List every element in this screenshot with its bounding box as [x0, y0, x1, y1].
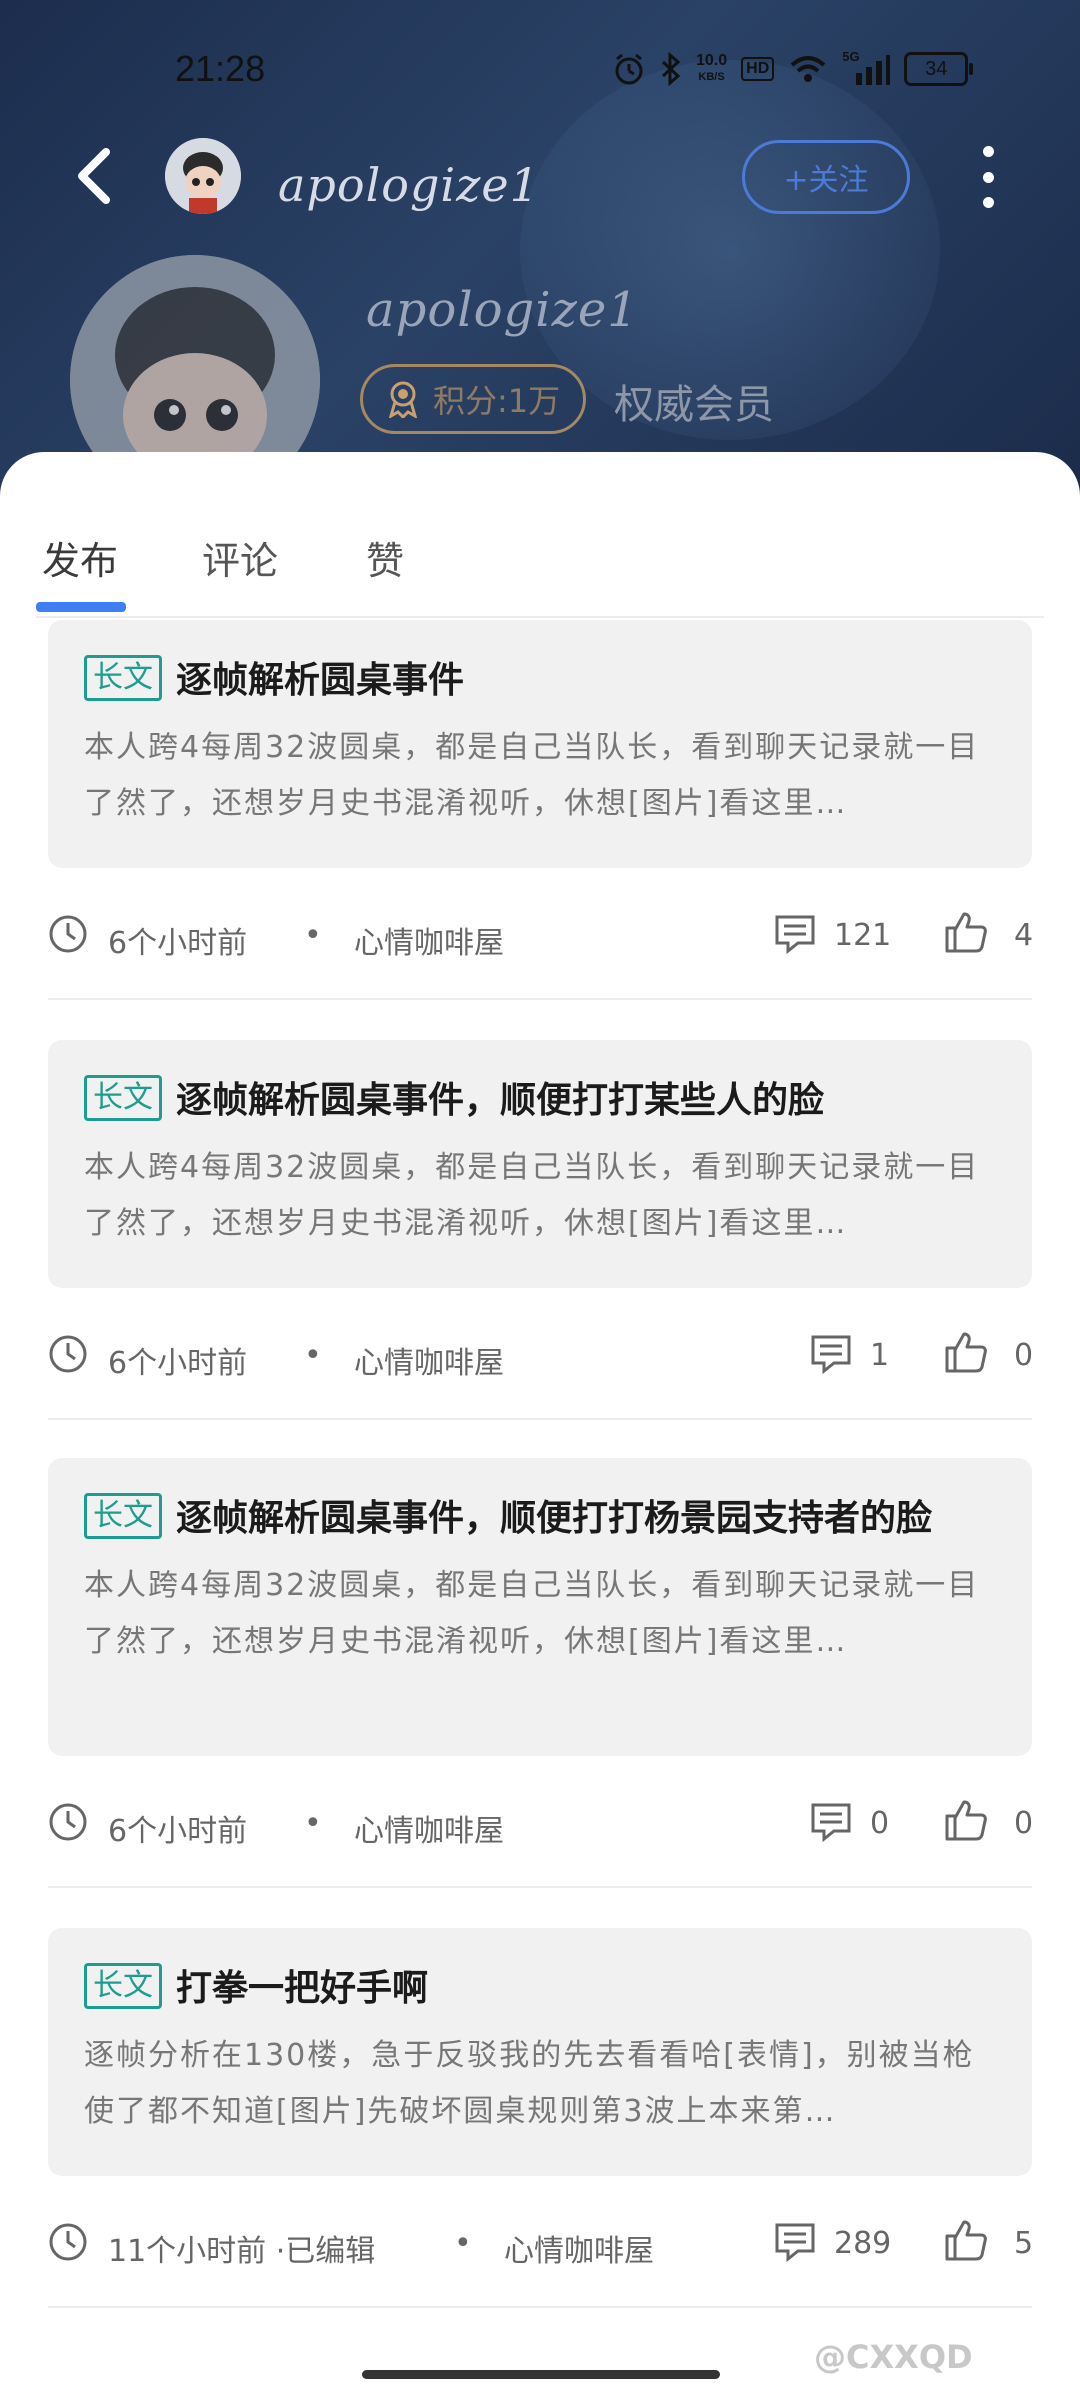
- signal-icon: 5G: [842, 49, 891, 85]
- comment-icon[interactable]: [774, 2222, 816, 2262]
- profile-header: 21:28 10.0 KB/S HD 5G 34 apologize1 +关注 a…: [0, 0, 1080, 520]
- long-article-tag: 长文: [84, 1963, 162, 2009]
- post-title-row: 长文 逐帧解析圆桌事件，顺便打打某些人的脸: [84, 1070, 996, 1132]
- long-article-tag: 长文: [84, 1075, 162, 1121]
- hd-icon: HD: [741, 57, 775, 81]
- post-time: 6个小时前: [108, 1814, 248, 1849]
- comment-icon[interactable]: [774, 914, 816, 954]
- post-title-row: 长文 打拳一把好手啊: [84, 1958, 996, 2020]
- post-board[interactable]: 心情咖啡屋: [504, 2226, 654, 2270]
- post-time: 6个小时前: [108, 1346, 248, 1381]
- post-board[interactable]: 心情咖啡屋: [354, 1806, 504, 1850]
- post-title: 逐帧解析圆桌事件，顺便打打杨景园支持者的脸: [176, 1498, 933, 1539]
- points-badge: 积分:1万: [360, 364, 586, 434]
- post-card[interactable]: 长文 逐帧解析圆桌事件，顺便打打杨景园支持者的脸 本人跨4每周32波圆桌，都是自己…: [48, 1458, 1032, 1756]
- alarm-icon: [615, 53, 643, 85]
- points-label: 积分:1万: [433, 382, 561, 420]
- more-options-icon[interactable]: [978, 146, 998, 208]
- post-divider: [48, 998, 1032, 1000]
- meta-separator: •: [454, 2226, 472, 2261]
- battery-icon: 34: [904, 52, 974, 86]
- status-time: 21:28: [175, 48, 266, 89]
- comment-count: 289: [834, 2226, 892, 2261]
- thumbs-up-icon[interactable]: [944, 910, 988, 954]
- post-board[interactable]: 心情咖啡屋: [354, 918, 504, 962]
- small-avatar[interactable]: [165, 138, 241, 214]
- status-bar: 21:28 10.0 KB/S HD 5G 34: [0, 0, 1080, 110]
- tab-posts[interactable]: 发布: [42, 530, 118, 585]
- meta-separator: •: [304, 1338, 322, 1373]
- post-excerpt: 本人跨4每周32波圆桌，都是自己当队长，看到聊天记录就一目了然了，还想岁月史书混…: [84, 1568, 980, 1659]
- watermark: @CXXQD: [814, 2338, 973, 2376]
- clock-icon: [49, 1803, 87, 1841]
- thumbs-up-icon[interactable]: [944, 1330, 988, 1374]
- post-title: 打拳一把好手啊: [176, 1968, 429, 2009]
- network-speed: 10.0 KB/S: [696, 52, 728, 84]
- member-level: 权威会员: [614, 382, 774, 428]
- clock-icon: [49, 915, 87, 953]
- post-title-row: 长文 逐帧解析圆桌事件: [84, 650, 996, 712]
- tab-bar: 发布 评论 赞: [0, 490, 1080, 618]
- long-article-tag: 长文: [84, 1493, 162, 1539]
- clock-icon: [49, 1335, 87, 1373]
- tab-likes[interactable]: 赞: [366, 530, 404, 585]
- post-time: 11个小时前 ·已编辑: [108, 2234, 376, 2269]
- wifi-icon: [790, 56, 826, 82]
- like-count: 0: [1014, 1338, 1034, 1373]
- bluetooth-icon: [661, 52, 681, 86]
- like-count: 4: [1014, 918, 1034, 953]
- post-time: 6个小时前: [108, 926, 248, 961]
- post-title: 逐帧解析圆桌事件: [176, 660, 465, 701]
- post-divider: [48, 1418, 1032, 1420]
- comment-count: 0: [870, 1806, 890, 1841]
- comment-icon[interactable]: [810, 1802, 852, 1842]
- thumbs-up-icon[interactable]: [944, 2218, 988, 2262]
- post-divider: [48, 2306, 1032, 2308]
- post-card[interactable]: 长文 打拳一把好手啊 逐帧分析在130楼，急于反驳我的先去看看哈[表情]，别被当枪…: [48, 1928, 1032, 2176]
- post-card[interactable]: 长文 逐帧解析圆桌事件，顺便打打某些人的脸 本人跨4每周32波圆桌，都是自己当队长…: [48, 1040, 1032, 1288]
- post-excerpt: 本人跨4每周32波圆桌，都是自己当队长，看到聊天记录就一目了然了，还想岁月史书混…: [84, 730, 980, 821]
- tab-divider: [36, 616, 1044, 618]
- post-meta: 6个小时前 • 心情咖啡屋 0 0: [48, 1782, 1034, 1862]
- profile-name: apologize1: [366, 282, 639, 338]
- back-arrow-icon[interactable]: [72, 146, 116, 206]
- post-meta: 6个小时前 • 心情咖啡屋 1 0: [48, 1314, 1034, 1394]
- like-count: 5: [1014, 2226, 1034, 2261]
- post-meta: 6个小时前 • 心情咖啡屋 121 4: [48, 894, 1034, 974]
- post-meta: 11个小时前 ·已编辑 • 心情咖啡屋 289 5: [48, 2202, 1034, 2282]
- tab-indicator: [36, 602, 126, 612]
- clock-icon: [49, 2223, 87, 2261]
- tab-comments[interactable]: 评论: [202, 530, 278, 585]
- home-indicator[interactable]: [362, 2370, 720, 2379]
- thumbs-up-icon[interactable]: [944, 1798, 988, 1842]
- post-item[interactable]: 长文 逐帧解析圆桌事件，顺便打打某些人的脸 本人跨4每周32波圆桌，都是自己当队长…: [48, 1040, 1034, 1420]
- content-sheet: 发布 评论 赞 长文 逐帧解析圆桌事件 本人跨4每周32波圆桌，都是自己当队长，看…: [0, 452, 1080, 2400]
- post-title: 逐帧解析圆桌事件，顺便打打某些人的脸: [176, 1080, 825, 1121]
- meta-separator: •: [304, 918, 322, 953]
- post-divider: [48, 1886, 1032, 1888]
- post-item[interactable]: 长文 逐帧解析圆桌事件，顺便打打杨景园支持者的脸 本人跨4每周32波圆桌，都是自己…: [48, 1458, 1034, 1888]
- long-article-tag: 长文: [84, 655, 162, 701]
- status-icons: 10.0 KB/S HD 5G 34: [612, 49, 974, 86]
- post-item[interactable]: 长文 逐帧解析圆桌事件 本人跨4每周32波圆桌，都是自己当队长，看到聊天记录就一目…: [48, 620, 1034, 1000]
- header-username: apologize1: [278, 158, 540, 212]
- comment-count: 121: [834, 918, 892, 953]
- post-excerpt: 逐帧分析在130楼，急于反驳我的先去看看哈[表情]，别被当枪使了都不知道[图片]…: [84, 2038, 975, 2129]
- follow-button[interactable]: +关注: [742, 140, 910, 214]
- like-count: 0: [1014, 1806, 1034, 1841]
- comment-icon[interactable]: [810, 1334, 852, 1374]
- post-item[interactable]: 长文 打拳一把好手啊 逐帧分析在130楼，急于反驳我的先去看看哈[表情]，别被当枪…: [48, 1928, 1034, 2308]
- medal-icon: [388, 381, 418, 418]
- post-card[interactable]: 长文 逐帧解析圆桌事件 本人跨4每周32波圆桌，都是自己当队长，看到聊天记录就一目…: [48, 620, 1032, 868]
- post-board[interactable]: 心情咖啡屋: [354, 1338, 504, 1382]
- post-excerpt: 本人跨4每周32波圆桌，都是自己当队长，看到聊天记录就一目了然了，还想岁月史书混…: [84, 1150, 980, 1241]
- comment-count: 1: [870, 1338, 890, 1373]
- meta-separator: •: [304, 1806, 322, 1841]
- post-title-row: 长文 逐帧解析圆桌事件，顺便打打杨景园支持者的脸: [84, 1488, 996, 1550]
